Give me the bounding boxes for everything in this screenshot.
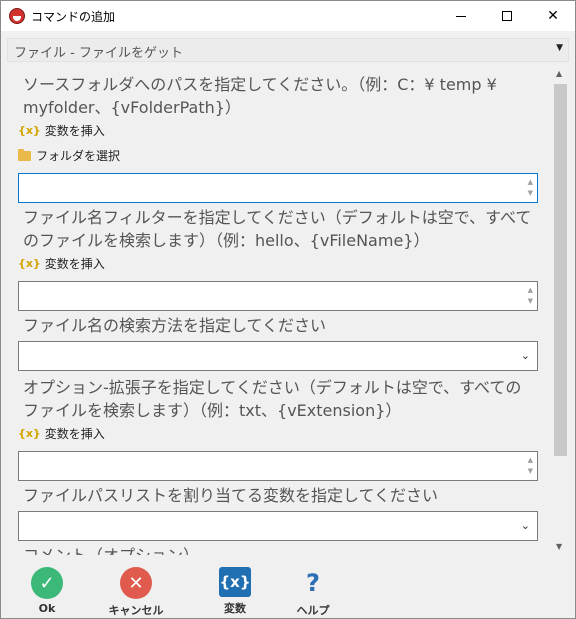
extension-label: オプション-拡張子を指定してください（デフォルトは空で、すべての [23, 378, 522, 397]
filename-filter-label-cont: のファイルを検索します）（例：hello、{vFileName}） [23, 231, 430, 250]
variable-icon: {x} [18, 427, 41, 440]
source-folder-input[interactable]: ▲ ▼ [18, 173, 538, 203]
spin-arrows-icon: ▲ ▼ [527, 456, 533, 475]
ok-button[interactable]: ✓ Ok [12, 567, 82, 615]
settings-panel: ソースフォルダへのパスを指定してください。（例：C：¥ temp ¥ myfol… [7, 65, 569, 555]
list-variable-label: ファイルパスリストを割り当てる変数を指定してください [23, 486, 439, 505]
chevron-down-icon: ⌄ [520, 519, 530, 532]
window-title: コマンドの追加 [31, 9, 116, 24]
insert-variable-link-3[interactable]: {x} 変数を挿入 [18, 425, 105, 442]
title-bar: コマンドの追加 ✕ [1, 1, 575, 31]
help-button[interactable]: ? ヘルプ [278, 567, 348, 618]
command-selector-value: ファイル - ファイルをゲット [14, 46, 183, 61]
minimize-icon [456, 15, 466, 17]
select-folder-label: フォルダを選択 [36, 149, 121, 163]
extension-input[interactable]: ▲ ▼ [18, 451, 538, 481]
chevron-down-icon: ⌄ [520, 349, 530, 362]
insert-variable-link-2[interactable]: {x} 変数を挿入 [18, 255, 105, 272]
extension-field[interactable] [23, 453, 513, 479]
list-variable-dropdown[interactable]: ⌄ [18, 511, 538, 541]
insert-variable-link-1[interactable]: {x} 変数を挿入 [18, 122, 105, 139]
cancel-icon: ✕ [120, 567, 152, 599]
spin-arrows-icon: ▲ ▼ [527, 286, 533, 305]
command-selector[interactable]: ファイル - ファイルをゲット ▼ [7, 38, 569, 62]
variables-button[interactable]: {x} 変数 [200, 567, 270, 616]
footer-toolbar: ✓ Ok ✕ キャンセル {x} 変数 ? ヘルプ [1, 558, 575, 618]
source-folder-label-cont: myfolder、{vFolderPath}） [23, 98, 241, 117]
filename-filter-input[interactable]: ▲ ▼ [18, 281, 538, 311]
filename-filter-label: ファイル名フィルターを指定してください（デフォルトは空で、すべて [23, 208, 532, 227]
scroll-down-icon[interactable]: ▼ [556, 542, 562, 551]
insert-variable-label: 変数を挿入 [44, 124, 105, 138]
source-folder-label: ソースフォルダへのパスを指定してください。（例：C：¥ temp ¥ [23, 75, 497, 94]
scroll-up-icon[interactable]: ▲ [556, 69, 562, 78]
variable-icon: {x} [18, 257, 41, 270]
close-button[interactable]: ✕ [530, 1, 576, 31]
search-method-dropdown[interactable]: ⌄ [18, 341, 538, 371]
dropdown-arrow-icon: ▼ [556, 43, 563, 53]
source-folder-field[interactable] [23, 175, 513, 201]
check-icon: ✓ [31, 567, 63, 599]
ok-label: Ok [38, 602, 56, 615]
cancel-button[interactable]: ✕ キャンセル [101, 567, 171, 618]
maximize-button[interactable] [484, 1, 530, 31]
add-command-window: コマンドの追加 ✕ ファイル - ファイルをゲット ▼ ソースフォルダへのパスを… [0, 0, 576, 619]
variables-icon: {x} [219, 567, 251, 597]
close-icon: ✕ [547, 8, 559, 24]
spin-arrows-icon: ▲ ▼ [527, 178, 533, 197]
filename-filter-field[interactable] [23, 283, 513, 309]
select-folder-link[interactable]: フォルダを選択 [18, 147, 120, 164]
folder-icon [18, 148, 31, 161]
scrollbar-thumb[interactable] [554, 84, 567, 456]
maximize-icon [502, 11, 512, 21]
help-label: ヘルプ [296, 604, 330, 617]
insert-variable-label: 変数を挿入 [44, 427, 105, 441]
variables-label: 変数 [224, 602, 246, 615]
help-icon: ? [297, 567, 329, 599]
search-method-label: ファイル名の検索方法を指定してください [23, 316, 327, 335]
insert-variable-label: 変数を挿入 [44, 257, 105, 271]
comment-label: コメント（オプション） [23, 544, 199, 555]
vertical-scrollbar[interactable]: ▲ ▼ [552, 65, 569, 555]
minimize-button[interactable] [438, 1, 484, 31]
variable-icon: {x} [18, 124, 41, 137]
app-logo-icon [9, 8, 25, 24]
cancel-label: キャンセル [108, 604, 164, 617]
extension-label-cont: ファイルを検索します）（例：txt、{vExtension}） [23, 401, 402, 420]
